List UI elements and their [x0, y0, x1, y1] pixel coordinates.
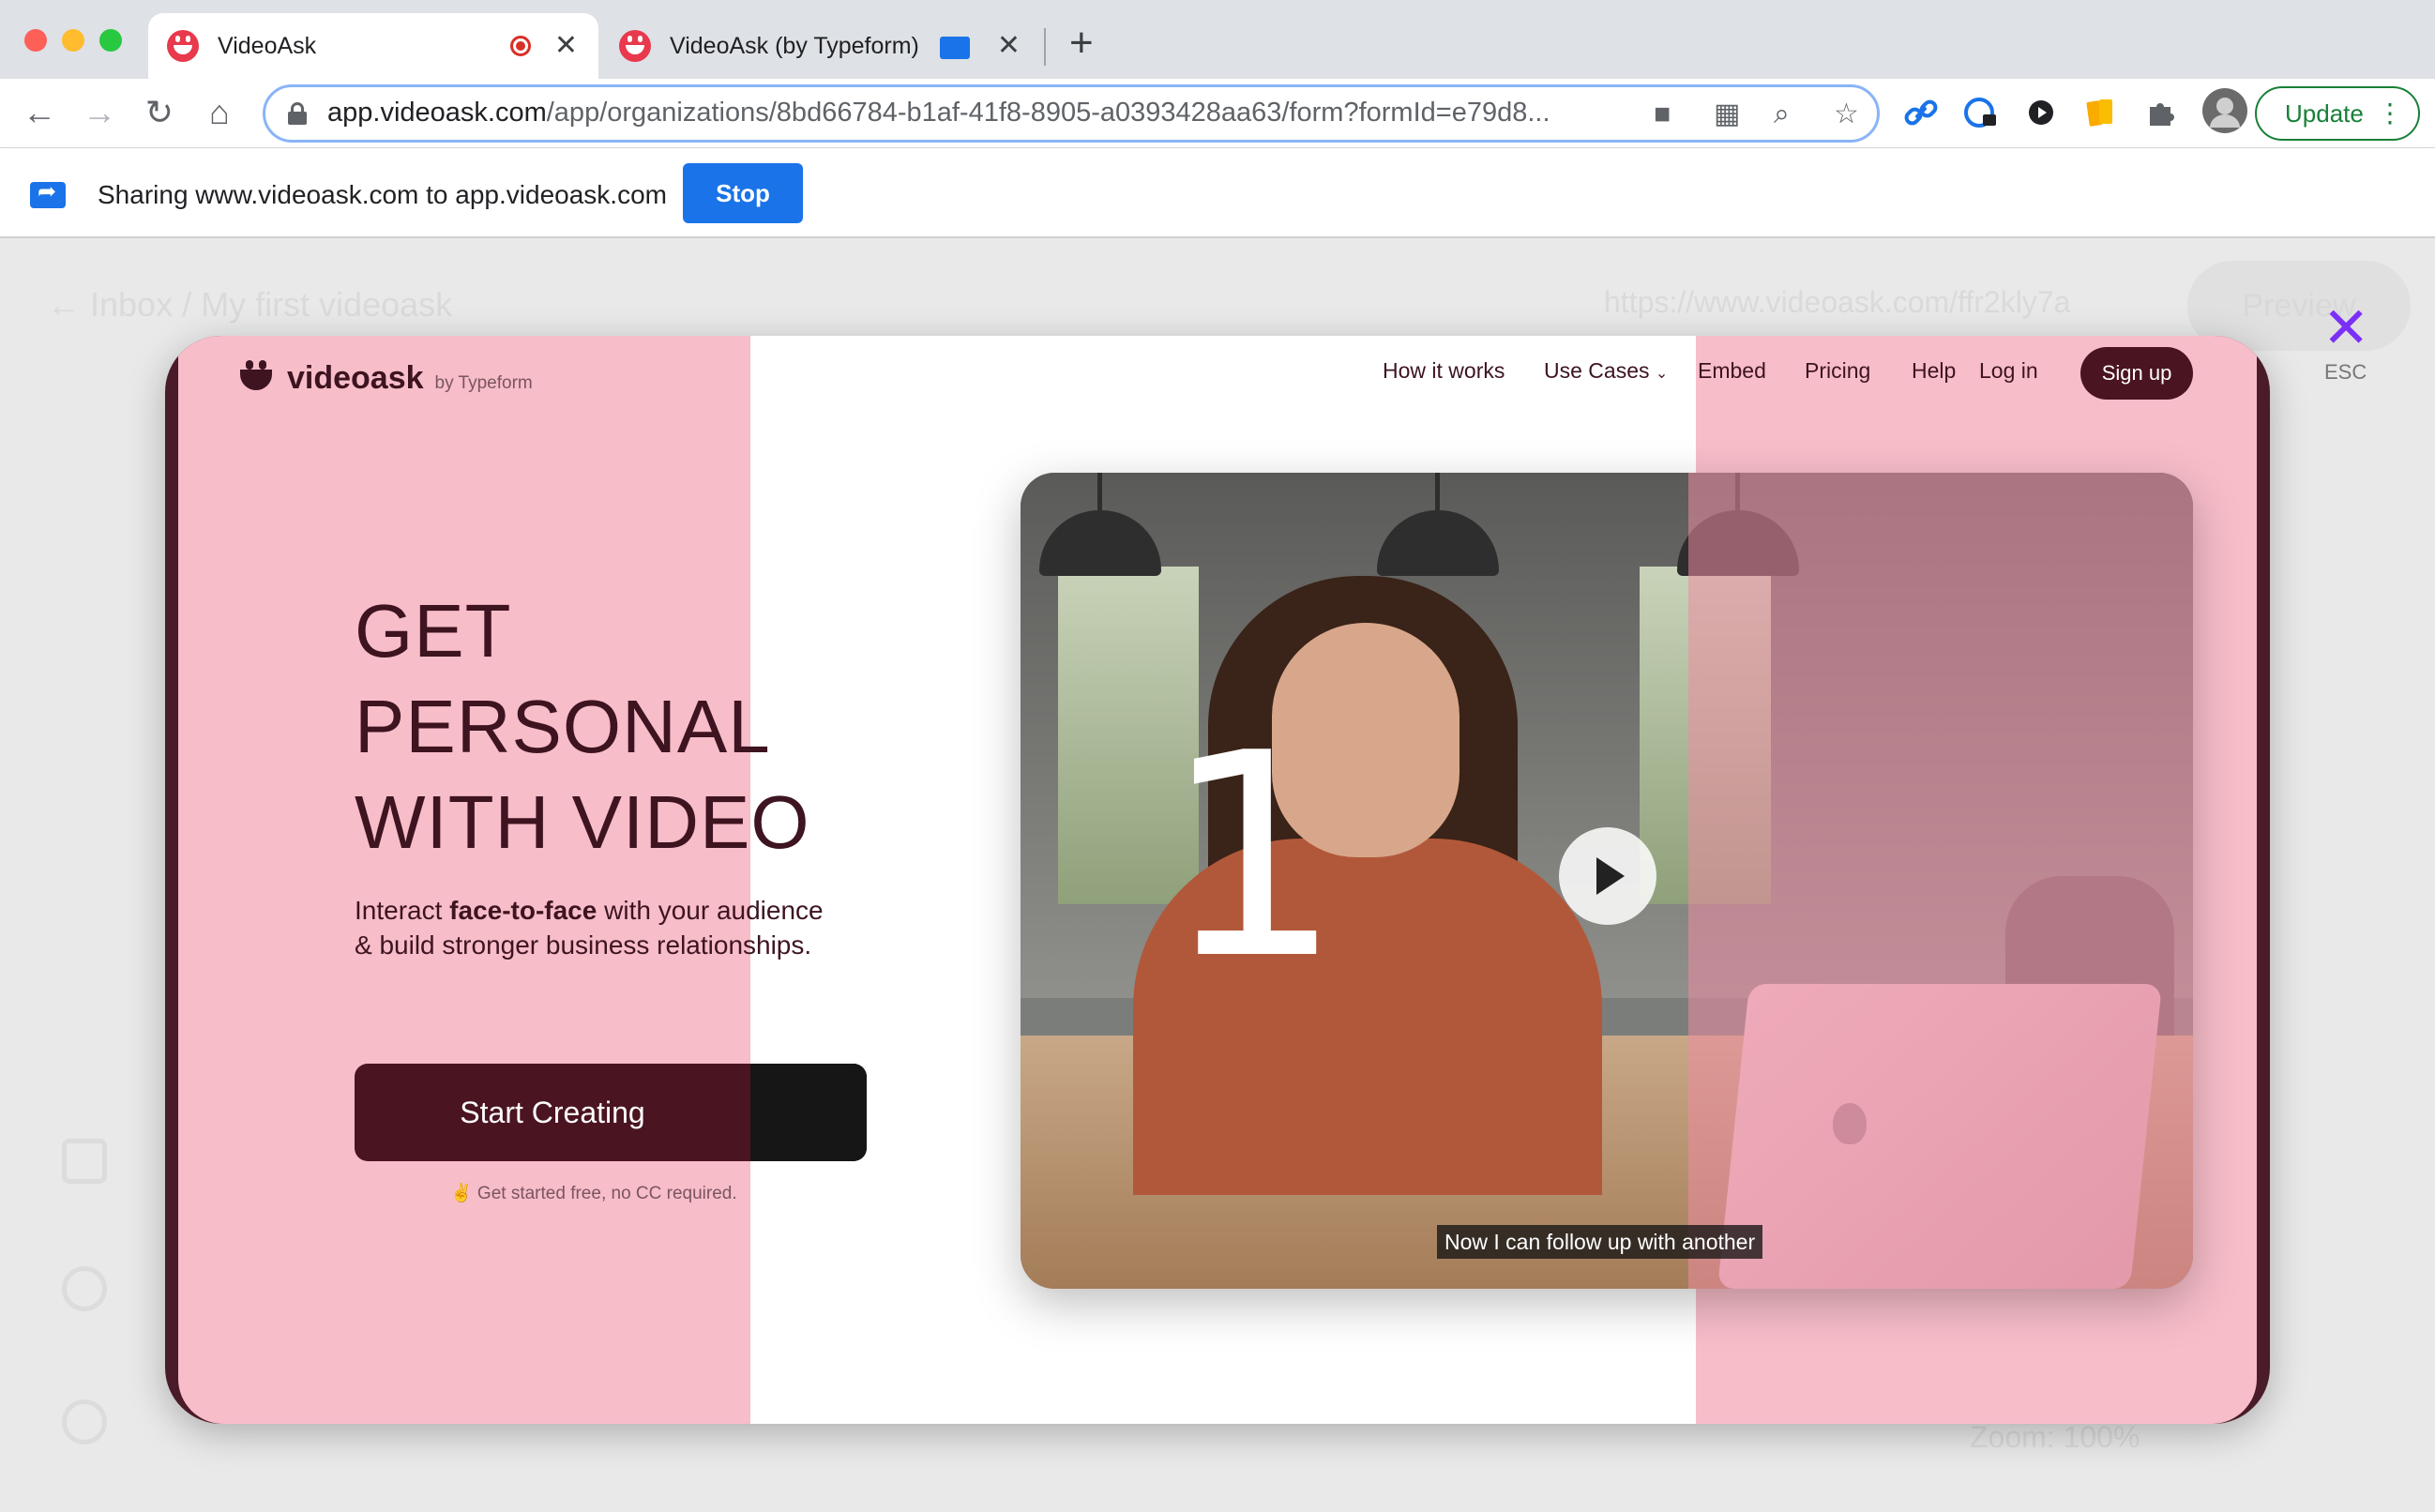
video-caption: Now I can follow up with another	[1437, 1225, 1763, 1259]
back-arrow-icon[interactable]: ←	[19, 92, 60, 133]
chat-icon	[62, 1399, 107, 1444]
address-bar[interactable]: app.videoask.com/app/organizations/8bd66…	[263, 84, 1880, 143]
screen-sharing-bar: Sharing www.videoask.com to app.videoask…	[0, 148, 2435, 238]
window-minimize-button[interactable]	[62, 29, 84, 52]
nav-help[interactable]: Help	[1912, 358, 1956, 384]
start-creating-button[interactable]: Start Creating	[355, 1064, 867, 1161]
camera-in-use-icon[interactable]: ■	[1654, 98, 1671, 130]
nav-how-it-works[interactable]: How it works	[1383, 358, 1505, 384]
browser-toolbar: ← → ↻ ⌂ app.videoask.com/app/organizatio…	[0, 79, 2435, 148]
signup-button[interactable]: Sign up	[2080, 347, 2193, 400]
recording-indicator-icon	[510, 36, 531, 56]
login-link[interactable]: Log in	[1979, 358, 2038, 384]
nav-use-cases[interactable]: Use Cases ⌄	[1544, 358, 1668, 384]
screen-sharing-indicator-icon	[940, 37, 970, 59]
reload-icon[interactable]: ↻	[139, 92, 180, 133]
media-extension-icon[interactable]	[2022, 94, 2060, 131]
nav-embed[interactable]: Embed	[1698, 358, 1766, 384]
contacts-icon	[62, 1139, 107, 1184]
tab-title: VideoAsk	[218, 32, 317, 59]
profile-avatar[interactable]	[2202, 88, 2247, 133]
tab-videoask[interactable]: VideoAsk ✕	[148, 13, 598, 79]
tab-videoask-typeform[interactable]: VideoAsk (by Typeform) ✕	[600, 13, 1041, 79]
nav-pricing[interactable]: Pricing	[1805, 358, 1870, 384]
sharing-status-text: Sharing www.videoask.com to app.videoask…	[98, 180, 667, 209]
videoask-favicon-icon	[167, 30, 199, 62]
nav-use-cases-label: Use Cases	[1544, 358, 1650, 383]
extensions-puzzle-icon[interactable]	[2142, 94, 2180, 131]
videoask-logo[interactable]: videoask by Typeform	[238, 355, 533, 397]
zoom-icon[interactable]: ⌕	[1774, 98, 1790, 130]
notes-extension-icon[interactable]	[2082, 94, 2120, 131]
forward-arrow-icon[interactable]: →	[79, 92, 120, 133]
update-button[interactable]: Update ⋮	[2255, 86, 2420, 141]
start-creating-label: Start Creating	[460, 1095, 645, 1129]
privacy-extension-icon[interactable]	[1962, 94, 2000, 131]
hero-subtitle: Interact face-to-face with your audience…	[355, 896, 824, 960]
video-player[interactable]: 1 Now I can follow up with another	[1021, 473, 2193, 1289]
chevron-down-icon: ⌄	[1655, 366, 1669, 382]
stop-sharing-button[interactable]: Stop	[683, 163, 803, 223]
url-text[interactable]: app.videoask.com/app/organizations/8bd66…	[327, 98, 1550, 129]
qr-code-icon[interactable]: ▦	[1714, 98, 1740, 130]
more-menu-icon[interactable]: ⋮	[2377, 99, 2403, 128]
breadcrumb: ← Inbox / My first videoask	[47, 285, 453, 324]
update-label: Update	[2285, 98, 2364, 128]
hero-heading: GET PERSONAL WITH VIDEO	[355, 583, 810, 870]
hero-line: GET	[355, 589, 512, 673]
zoom-level: Zoom: 100%	[1970, 1420, 2140, 1454]
hero-line: WITH VIDEO	[355, 780, 810, 864]
logo-word: videoask	[287, 360, 424, 396]
play-icon[interactable]	[1559, 827, 1656, 925]
esc-label: ESC	[2324, 360, 2367, 384]
tab-strip: VideoAsk ✕ VideoAsk (by Typeform) ✕ +	[0, 0, 2435, 79]
bookmark-star-icon[interactable]: ☆	[1834, 98, 1859, 130]
hero-line: PERSONAL	[355, 685, 771, 768]
videoask-favicon-icon	[619, 30, 651, 62]
window-close-button[interactable]	[24, 29, 47, 52]
close-preview-icon[interactable]: ✕	[2322, 300, 2369, 356]
videoask-website: videoask by Typeform How it works Use Ca…	[178, 336, 2257, 1424]
close-tab-icon[interactable]: ✕	[554, 32, 578, 60]
lock-icon[interactable]	[288, 102, 307, 125]
smile-logo-icon	[238, 360, 274, 394]
countdown-number: 1	[1163, 693, 1342, 1021]
window-zoom-button[interactable]	[99, 29, 122, 52]
tab-separator	[1044, 28, 1046, 66]
preview-frame: videoask by Typeform How it works Use Ca…	[165, 336, 2270, 1424]
logo-by-typeform: by Typeform	[434, 373, 533, 393]
new-tab-icon[interactable]: +	[1069, 23, 1094, 64]
share-link: https://www.videoask.com/ffr2kly7a	[1604, 285, 2071, 319]
screen-share-icon	[30, 178, 66, 208]
link-extension-icon[interactable]	[1902, 94, 1940, 131]
close-tab-icon[interactable]: ✕	[997, 32, 1021, 60]
settings-gear-icon	[62, 1266, 107, 1311]
home-icon[interactable]: ⌂	[199, 92, 240, 133]
free-note: ✌️ Get started free, no CC required.	[450, 1184, 737, 1203]
tab-title: VideoAsk (by Typeform)	[670, 32, 919, 59]
